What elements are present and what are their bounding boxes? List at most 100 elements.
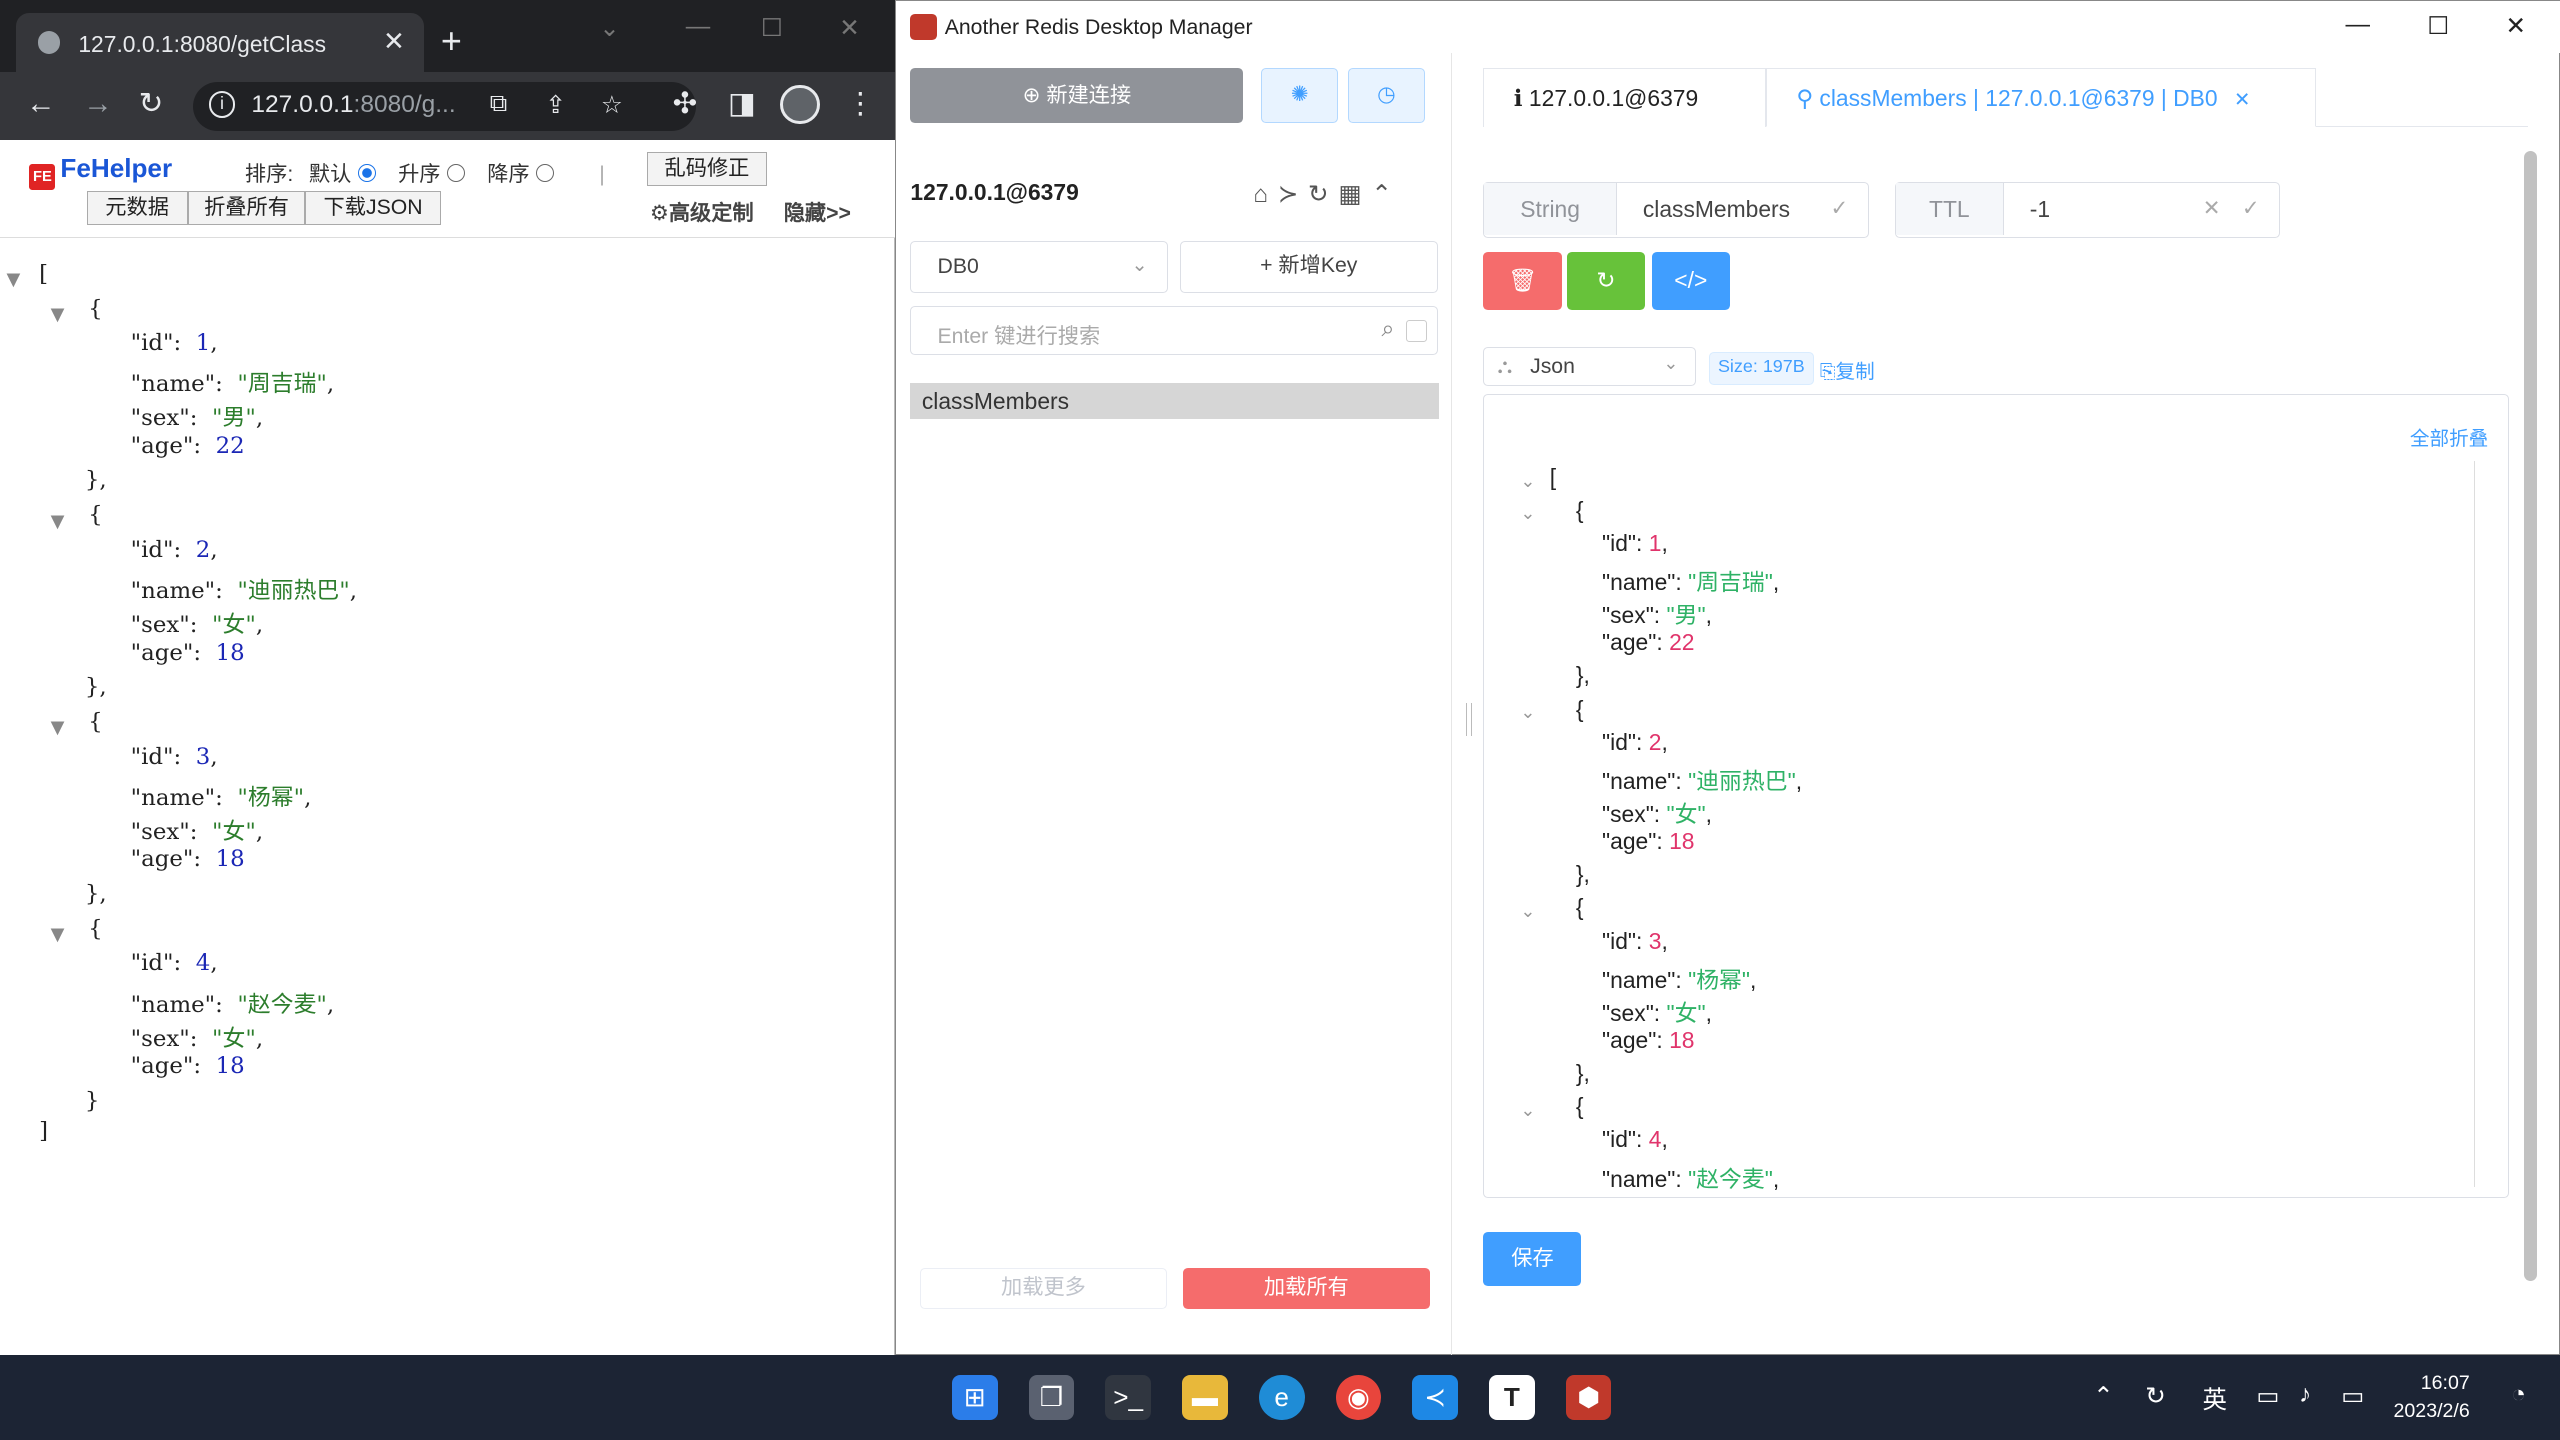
address-bar[interactable]: i 127.0.0.1:8080/g... ⧉ ⇪ ☆ (192, 81, 696, 131)
sort-desc-radio[interactable] (536, 164, 555, 183)
key-search-input[interactable]: Enter 键进行搜索 ⌕ (910, 306, 1438, 356)
terminal-icon[interactable]: >_ (1105, 1374, 1152, 1421)
fix-encoding-button[interactable]: 乱码修正 (646, 151, 768, 187)
db-select[interactable]: DB0 ⌄ (910, 240, 1169, 294)
refresh-icon[interactable]: ↻ (1308, 181, 1338, 208)
chevron-down-icon: ⌄ (1663, 353, 1679, 373)
clock[interactable]: 16:07 2023/2/6 (2394, 1370, 2470, 1426)
update-icon[interactable]: ↻ (2145, 1381, 2166, 1411)
collapse-triangle-icon[interactable]: ▼ (51, 511, 65, 532)
fold-chevron-icon: ⌄ (1520, 900, 1536, 921)
load-all-button[interactable]: 加载所有 (1183, 1267, 1430, 1309)
share-icon[interactable]: ⇪ (545, 90, 566, 120)
sort-default-radio[interactable] (357, 164, 376, 183)
close-icon[interactable]: ✕ (839, 13, 860, 43)
close-tab-icon[interactable]: ✕ (383, 26, 405, 57)
tab-server-status[interactable]: ℹ 127.0.0.1@6379 (1483, 67, 1766, 127)
exact-match-checkbox[interactable] (1405, 320, 1427, 342)
key-list-item[interactable]: classMembers (910, 383, 1440, 419)
notifications-icon[interactable]: ◔ (2511, 1381, 2526, 1409)
search-icon[interactable]: ⌕ (1382, 315, 1395, 342)
collapse-all-link[interactable]: 全部折叠 (2410, 422, 2488, 451)
code-line: "age": 18 (1602, 828, 1695, 855)
network-icon[interactable]: ▭ (2256, 1381, 2279, 1411)
code-line: "name": "周吉瑞", (1602, 568, 1780, 595)
new-key-button[interactable]: + 新增Key (1179, 240, 1438, 294)
save-button[interactable]: 保存 (1483, 1232, 1582, 1286)
volume-icon[interactable]: ♪ (2299, 1381, 2311, 1409)
back-icon[interactable]: ← (26, 87, 55, 121)
check-icon[interactable]: ✓ (1830, 196, 1848, 221)
clear-icon[interactable]: ✕ (2203, 196, 2221, 221)
code-line: "name": "杨幂", (1602, 966, 1757, 993)
extensions-icon[interactable]: ✣ (673, 87, 698, 121)
panel-splitter[interactable] (1450, 53, 1453, 1357)
panel-scrollbar[interactable] (2523, 151, 2537, 1282)
tab-key-detail[interactable]: ⚲ classMembers | 127.0.0.1@6379 | DB0 ✕ (1765, 67, 2317, 127)
terminal-icon[interactable]: ≻ (1278, 181, 1308, 208)
input-language[interactable]: 英 (2203, 1381, 2228, 1416)
minimize-icon[interactable]: — (686, 13, 710, 41)
check-icon[interactable]: ✓ (2242, 196, 2260, 221)
redis-manager-icon[interactable]: ⬢ (1565, 1374, 1612, 1421)
typora-icon[interactable]: T (1489, 1374, 1535, 1421)
load-more-button[interactable]: 加载更多 (920, 1267, 1167, 1309)
value-editor[interactable]: 全部折叠 ⌄ [⌄ {"id": 1, "name": "周吉瑞", "sex": "男… (1483, 394, 2509, 1198)
forward-icon[interactable]: → (83, 87, 112, 121)
collapse-triangle-icon[interactable]: ▼ (51, 717, 65, 738)
battery-icon[interactable]: ▭ (2341, 1381, 2364, 1411)
start-icon[interactable]: ⊞ (951, 1374, 998, 1421)
maximize-icon[interactable]: ☐ (2427, 11, 2449, 41)
resize-handle[interactable] (1465, 703, 1473, 736)
new-connection-button[interactable]: ⊕ 新建连接 (910, 67, 1244, 124)
ttl-input[interactable]: -1 (2030, 196, 2050, 223)
sort-asc-radio[interactable] (447, 164, 465, 183)
metadata-button[interactable]: 元数据 (86, 191, 188, 226)
sort-default-label: 默认 (308, 162, 352, 186)
collapse-triangle-icon[interactable]: ▼ (51, 304, 65, 325)
collapse-triangle-icon[interactable]: ▼ (7, 269, 21, 290)
copy-button[interactable]: ⎘复制 (1820, 355, 1875, 384)
new-tab-icon[interactable]: + (441, 22, 462, 59)
advanced-settings-link[interactable]: ⚙高级定制 (650, 196, 754, 227)
fold-all-button[interactable]: 折叠所有 (187, 191, 306, 226)
code-line: }, (1575, 861, 1590, 888)
download-json-button[interactable]: 下载JSON (305, 191, 441, 226)
minimize-icon[interactable]: — (2346, 11, 2370, 39)
chevron-down-icon[interactable]: ⌄ (599, 13, 620, 43)
profile-avatar[interactable] (780, 84, 820, 125)
collapse-triangle-icon[interactable]: ▼ (51, 924, 65, 945)
chevron-up-icon[interactable]: ⌃ (1371, 181, 1401, 208)
edge-icon[interactable]: e (1258, 1374, 1305, 1421)
json-line: "name": "周吉瑞", (130, 371, 335, 398)
site-info-icon[interactable]: i (208, 91, 236, 118)
dump-command-button[interactable]: </> (1651, 252, 1730, 310)
side-panel-icon[interactable]: ◨ (728, 87, 756, 121)
home-icon[interactable]: ⌂ (1253, 181, 1278, 208)
star-icon[interactable]: ☆ (601, 90, 623, 120)
editor-scrollbar[interactable] (2473, 460, 2476, 1188)
windows-taskbar: ⊞ ❐ >_ ▬ e ◉ ≺ T ⬢ ⌃ ↻ 英 ▭ ♪ ▭ 16:07 2023… (0, 1355, 2560, 1440)
translate-icon[interactable]: ⧉ (490, 90, 507, 118)
history-button[interactable]: ◷ (1347, 67, 1425, 124)
browser-tab[interactable]: 127.0.0.1:8080/getClass ✕ (16, 13, 425, 72)
refresh-key-button[interactable]: ↻ (1566, 252, 1646, 310)
menu-icon[interactable]: ⋮ (846, 87, 875, 121)
delete-key-button[interactable]: 🗑 (1483, 252, 1562, 310)
task-view-icon[interactable]: ❐ (1028, 1374, 1075, 1421)
chevron-up-icon[interactable]: ⌃ (2093, 1381, 2114, 1411)
maximize-icon[interactable]: ☐ (761, 13, 783, 43)
connection-name[interactable]: 127.0.0.1@6379 (910, 179, 1078, 206)
chrome-icon[interactable]: ◉ (1335, 1374, 1382, 1421)
vscode-icon[interactable]: ≺ (1412, 1374, 1458, 1421)
key-name-input[interactable]: classMembers (1643, 196, 1790, 223)
format-select[interactable]: ⛬ Json ⌄ (1483, 347, 1696, 387)
settings-button[interactable]: ✺ (1261, 67, 1339, 124)
json-line: "sex": "男", (130, 405, 264, 432)
hide-link[interactable]: 隐藏>> (784, 196, 851, 227)
close-tab-icon[interactable]: ✕ (2234, 89, 2250, 111)
grid-icon[interactable]: ▦ (1338, 181, 1371, 208)
reload-icon[interactable]: ↻ (139, 87, 164, 121)
file-explorer-icon[interactable]: ▬ (1182, 1374, 1228, 1421)
close-icon[interactable]: ✕ (2506, 11, 2527, 41)
